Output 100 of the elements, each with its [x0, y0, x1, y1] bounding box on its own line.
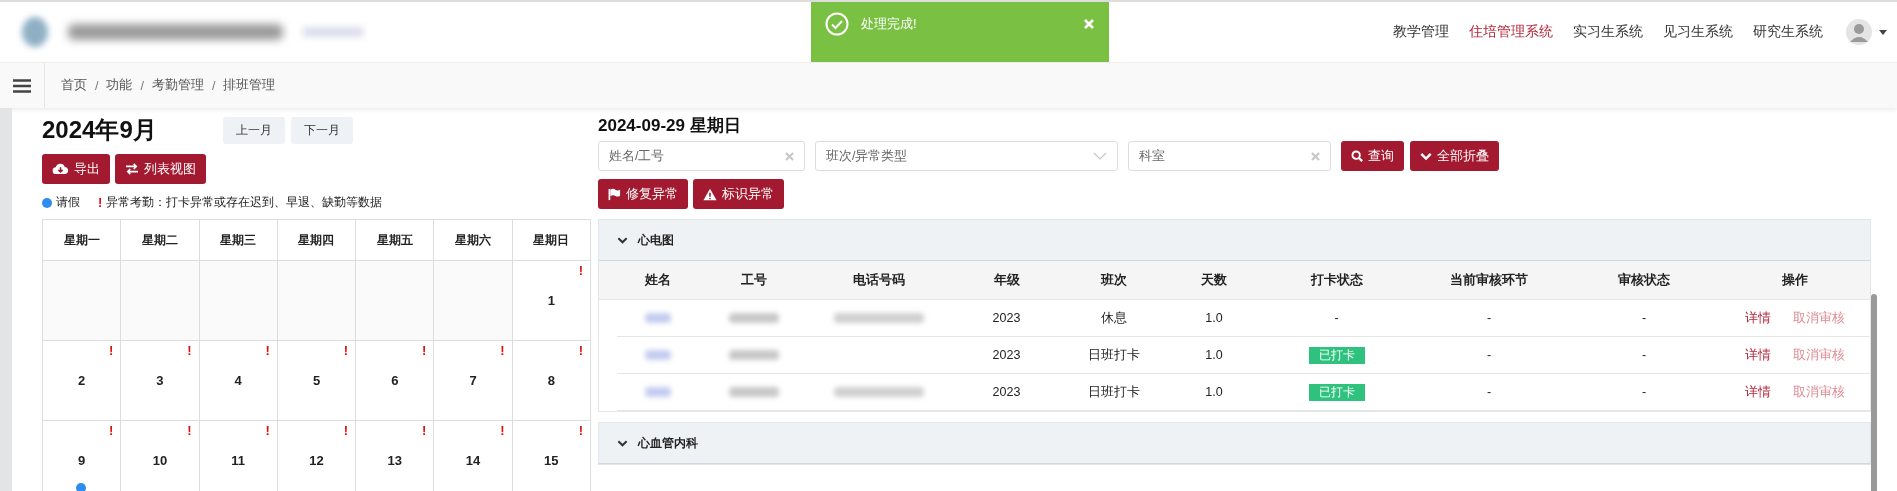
select-field[interactable]: 班次/异常类型 [815, 141, 1118, 171]
abnormal-mark: ! [108, 343, 114, 358]
nav-link[interactable]: 实习生系统 [1573, 23, 1643, 41]
day-cell[interactable]: ! 14 [434, 421, 513, 491]
abnormal-mark: ! [187, 423, 192, 438]
abnormal-mark: ! [343, 423, 349, 438]
day-cell[interactable]: ! 10 [121, 421, 200, 491]
abnormal-mark: ! [265, 423, 270, 438]
day-number: 6 [391, 373, 399, 388]
nav-link[interactable]: 研究生系统 [1753, 23, 1823, 41]
breadcrumb-separator: / [140, 78, 144, 93]
column-header: 天数 [1200, 271, 1228, 289]
fix-abnormal-button[interactable]: 修复异常 [598, 179, 688, 209]
abnormal-mark: ! [578, 343, 583, 358]
abnormal-mark: ! [422, 423, 427, 438]
clear-icon[interactable] [785, 152, 794, 161]
abnormal-mark: ! [265, 343, 270, 358]
abnormal-mark: ! [578, 263, 583, 278]
table-cell: 1.0 [1205, 385, 1223, 399]
search-icon [1351, 150, 1363, 162]
table-cell: - [1486, 385, 1492, 399]
day-number: 12 [309, 453, 324, 468]
day-cell[interactable]: ! 4 [199, 341, 278, 421]
day-cell[interactable]: ! 9 [43, 421, 122, 491]
clear-icon[interactable] [1311, 152, 1320, 161]
day-cell[interactable]: ! 12 [277, 421, 357, 491]
day-cell[interactable]: ! 6 [356, 341, 435, 421]
mark-abnormal-button[interactable]: 标识异常 [693, 179, 784, 209]
status-badge: 已打卡 [1308, 383, 1365, 401]
scrollbar[interactable] [1871, 294, 1877, 491]
day-cell[interactable]: ! 3 [121, 341, 200, 421]
search-button[interactable]: 查询 [1341, 141, 1404, 171]
breadcrumb-link[interactable]: 首页 [61, 77, 87, 94]
day-number: 4 [234, 373, 242, 388]
table-cell: 1.0 [1205, 348, 1223, 362]
abnormal-mark: ! [578, 423, 583, 438]
export-button[interactable]: 导出 [42, 154, 110, 184]
day-number: 14 [465, 453, 481, 468]
table-cell: 2023 [992, 311, 1021, 325]
group-header[interactable]: 心血管内科 [599, 423, 1870, 464]
day-cell[interactable]: ! 13 [356, 421, 435, 491]
table-cell: - [1486, 311, 1492, 325]
day-number: 2 [78, 373, 86, 388]
status-badge: 已打卡 [1308, 346, 1365, 364]
search-field[interactable]: 姓名/工号 [598, 141, 805, 171]
details-link[interactable]: 详情 [1744, 383, 1771, 401]
avatar-icon[interactable] [1845, 18, 1873, 46]
month-nav-button[interactable]: 上一月 [222, 116, 285, 144]
day-cell[interactable]: ! 5 [277, 341, 357, 421]
day-cell[interactable]: ! 15 [512, 421, 591, 491]
group-header[interactable]: 心电图 [599, 220, 1870, 261]
day-number: 9 [78, 453, 86, 468]
abnormal-mark: ! [343, 343, 349, 358]
leave-dot-icon [42, 197, 52, 208]
blurred-subtitle [303, 27, 363, 37]
abnormal-mark: ! [422, 343, 427, 358]
day-cell[interactable]: ! 8 [512, 341, 591, 421]
details-link[interactable]: 详情 [1744, 309, 1771, 327]
flag-icon [608, 187, 621, 201]
caret-icon[interactable] [1879, 29, 1887, 35]
day-cell[interactable]: ! 7 [434, 341, 513, 421]
nav-link[interactable]: 住培管理系统 [1469, 23, 1553, 41]
column-header: 审核状态 [1617, 271, 1671, 289]
column-header: 工号 [740, 271, 768, 289]
abnormal-mark: ! [500, 423, 505, 438]
breadcrumb-link[interactable]: 排班管理 [223, 77, 276, 94]
month-nav-button[interactable]: 下一月 [290, 116, 353, 144]
column-header: 姓名 [644, 271, 672, 289]
day-number: 1 [547, 293, 555, 308]
toast-message: 处理完成! [861, 15, 918, 33]
table-cell: - [1486, 348, 1492, 362]
view-switch-button[interactable]: 列表视图 [115, 154, 206, 184]
day-number: 11 [231, 453, 246, 468]
abnormal-mark: ! [108, 423, 114, 438]
breadcrumb-separator: / [211, 78, 216, 93]
day-number: 3 [156, 373, 164, 388]
breadcrumb-link[interactable]: 功能 [106, 77, 133, 94]
column-header: 年级 [992, 271, 1021, 289]
table-cell: 1.0 [1205, 311, 1223, 325]
chevron-down-icon [1420, 151, 1432, 161]
day-cell[interactable]: ! 11 [199, 421, 278, 491]
table-cell: - [1641, 385, 1647, 399]
table-cell: 日班打卡 [1088, 346, 1140, 364]
search-field[interactable]: 科室 [1128, 141, 1331, 171]
breadcrumb-link[interactable]: 考勤管理 [151, 77, 204, 94]
details-link[interactable]: 详情 [1744, 346, 1771, 364]
swap-arrows-icon [125, 163, 139, 175]
collapse-all-button[interactable]: 全部折叠 [1410, 141, 1499, 171]
abnormal-mark: ! [187, 343, 192, 358]
legend-label: 异常考勤：打卡异常或存在迟到、早退、缺勤等数据 [106, 194, 383, 211]
nav-link[interactable]: 教学管理 [1393, 23, 1449, 41]
day-number: 13 [387, 453, 402, 468]
close-icon[interactable] [1083, 18, 1095, 30]
table-cell: - [1641, 311, 1647, 325]
day-cell[interactable]: ! 2 [43, 341, 122, 421]
nav-link[interactable]: 见习生系统 [1663, 23, 1733, 41]
check-circle-icon [825, 12, 849, 36]
table-cell: - [1641, 348, 1647, 362]
day-cell[interactable]: ! 1 [512, 261, 591, 341]
legend-label: 请假 [56, 194, 80, 211]
